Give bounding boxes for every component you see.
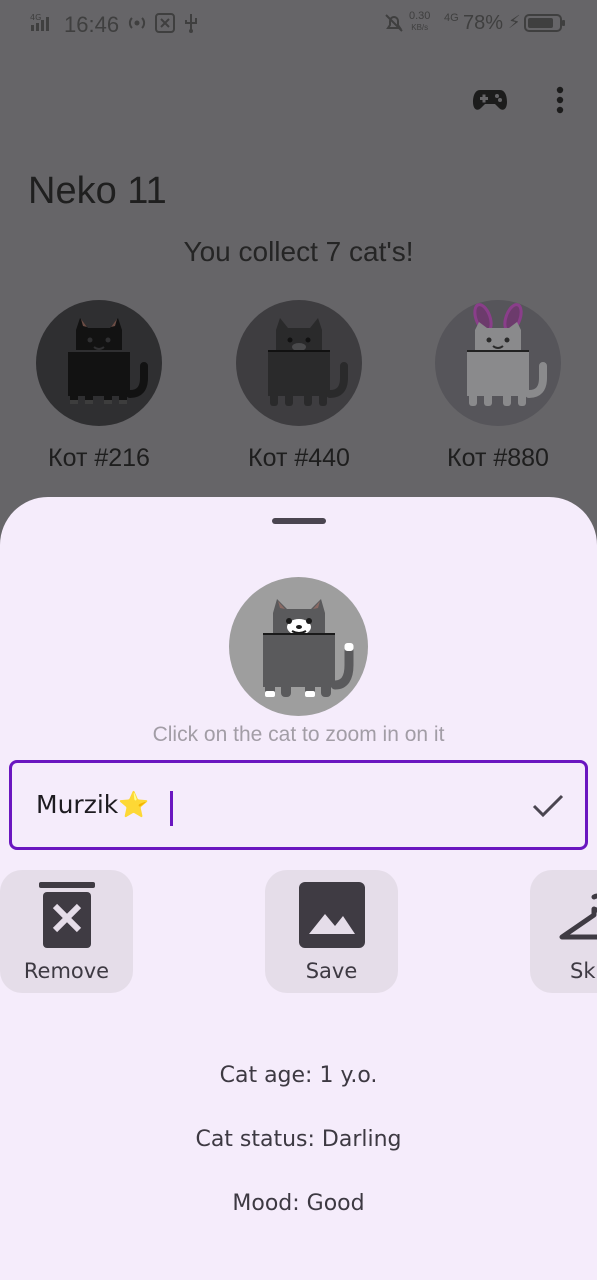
save-button[interactable]: Save bbox=[265, 870, 398, 993]
image-icon bbox=[265, 880, 398, 950]
hanger-icon bbox=[530, 880, 597, 950]
mute-icon bbox=[385, 14, 403, 32]
cat-name: Кот #440 bbox=[248, 444, 350, 472]
zoom-hint: Click on the cat to zoom in on it bbox=[152, 723, 445, 746]
skin-label: Ski bbox=[570, 959, 597, 983]
charging-icon: ⚡ bbox=[508, 12, 521, 32]
more-options-icon[interactable] bbox=[542, 84, 578, 116]
text-cursor bbox=[170, 791, 173, 826]
selected-cat-image[interactable] bbox=[229, 577, 368, 716]
network-type: 4G bbox=[444, 12, 459, 24]
remove-label: Remove bbox=[23, 959, 110, 983]
collection-count: You collect 7 cat's! bbox=[183, 236, 414, 267]
trash-icon bbox=[0, 880, 133, 950]
network-speed: 0.30 KB/s bbox=[409, 10, 431, 33]
notification-app-icon bbox=[155, 13, 175, 33]
cat-details-sheet: Click on the cat to zoom in on it Remove bbox=[0, 497, 597, 1280]
hotspot-icon bbox=[128, 17, 146, 29]
cat-card[interactable]: Кот #440 bbox=[219, 300, 379, 473]
svg-text:4G: 4G bbox=[30, 13, 41, 22]
cat-name-field[interactable] bbox=[9, 760, 588, 850]
cat-avatar[interactable] bbox=[435, 300, 561, 426]
cat-avatar[interactable] bbox=[236, 300, 362, 426]
cat-card[interactable]: Кот #216 bbox=[19, 300, 179, 473]
signal-icon: 4G bbox=[30, 13, 49, 31]
battery-icon bbox=[524, 14, 565, 32]
gamepad-icon[interactable] bbox=[472, 84, 508, 116]
cat-name-input[interactable] bbox=[36, 779, 506, 831]
cat-name: Кот #216 bbox=[48, 444, 150, 472]
save-label: Save bbox=[305, 959, 358, 983]
cat-age: Cat age: 1 y.o. bbox=[219, 1063, 378, 1088]
app-title: Neko 11 bbox=[28, 170, 167, 212]
usb-icon bbox=[185, 14, 197, 33]
cat-mood: Mood: Good bbox=[232, 1191, 365, 1216]
battery-percent: 78% bbox=[463, 12, 504, 34]
clock: 16:46 bbox=[64, 12, 120, 37]
status-bar: 4G 16:46 0.30 KB/s 4G 78% ⚡ bbox=[0, 0, 597, 48]
drag-handle[interactable] bbox=[272, 518, 326, 524]
cat-avatar[interactable] bbox=[36, 300, 162, 426]
check-icon[interactable] bbox=[529, 787, 567, 825]
remove-button[interactable]: Remove bbox=[0, 870, 133, 993]
skin-button[interactable]: Ski bbox=[530, 870, 597, 993]
cat-grid: Кот #216 Кот #440 Кот #880 bbox=[0, 300, 597, 480]
cat-status: Cat status: Darling bbox=[195, 1127, 402, 1152]
cat-card[interactable]: Кот #880 bbox=[418, 300, 578, 473]
cat-name: Кот #880 bbox=[447, 444, 549, 472]
action-row: Remove Save Ski bbox=[0, 870, 597, 994]
